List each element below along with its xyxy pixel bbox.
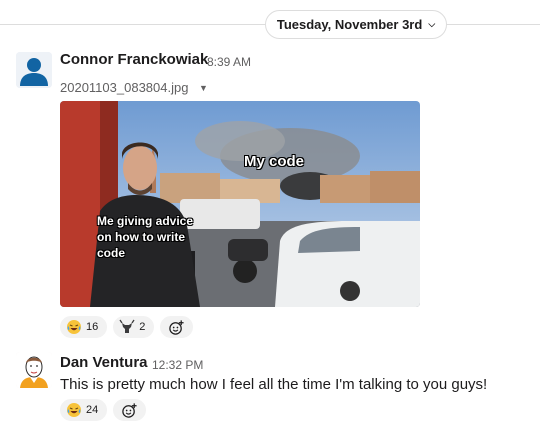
reaction-laughing[interactable]: 16 xyxy=(60,316,108,338)
user-cartoon-icon xyxy=(16,352,52,388)
user-silhouette-icon xyxy=(16,52,52,88)
meme-photo-illustration xyxy=(60,101,420,307)
attachment-filename[interactable]: 20201103_083804.jpg xyxy=(60,80,188,95)
avatar[interactable] xyxy=(16,352,52,388)
reaction-count: 16 xyxy=(86,321,99,333)
laughing-tears-icon xyxy=(67,320,81,334)
meme-caption-top: My code xyxy=(244,153,305,170)
reaction-bar: 16 2 xyxy=(60,316,194,338)
reaction-count: 2 xyxy=(139,321,146,333)
add-emoji-icon xyxy=(169,319,184,335)
reaction-laughing[interactable]: 24 xyxy=(60,399,108,421)
avatar[interactable] xyxy=(16,52,52,88)
add-reaction-button[interactable] xyxy=(113,399,147,421)
reaction-count: 24 xyxy=(86,404,99,416)
add-emoji-icon xyxy=(122,402,137,418)
date-divider-label: Tuesday, November 3rd xyxy=(276,17,423,32)
reaction-goat[interactable]: 2 xyxy=(113,316,155,338)
message-author[interactable]: Connor Franckowiak xyxy=(60,51,208,68)
date-divider-button[interactable]: Tuesday, November 3rd ⌵ xyxy=(265,10,447,39)
message-timestamp[interactable]: 12:32 PM xyxy=(152,358,203,372)
message-text: This is pretty much how I feel all the t… xyxy=(60,376,488,393)
chevron-down-icon: ⌵ xyxy=(428,19,436,29)
meme-caption-bottom: Me giving advice on how to write code xyxy=(97,214,194,260)
meme-image[interactable]: My code Me giving advice on how to write… xyxy=(60,101,420,307)
reaction-bar: 24 xyxy=(60,399,147,421)
caret-down-icon[interactable]: ▼ xyxy=(199,83,208,93)
add-reaction-button[interactable] xyxy=(160,316,194,338)
message-author[interactable]: Dan Ventura xyxy=(60,354,148,371)
message-timestamp[interactable]: 8:39 AM xyxy=(207,55,251,69)
goat-icon xyxy=(119,319,135,333)
laughing-tears-icon xyxy=(67,403,81,417)
